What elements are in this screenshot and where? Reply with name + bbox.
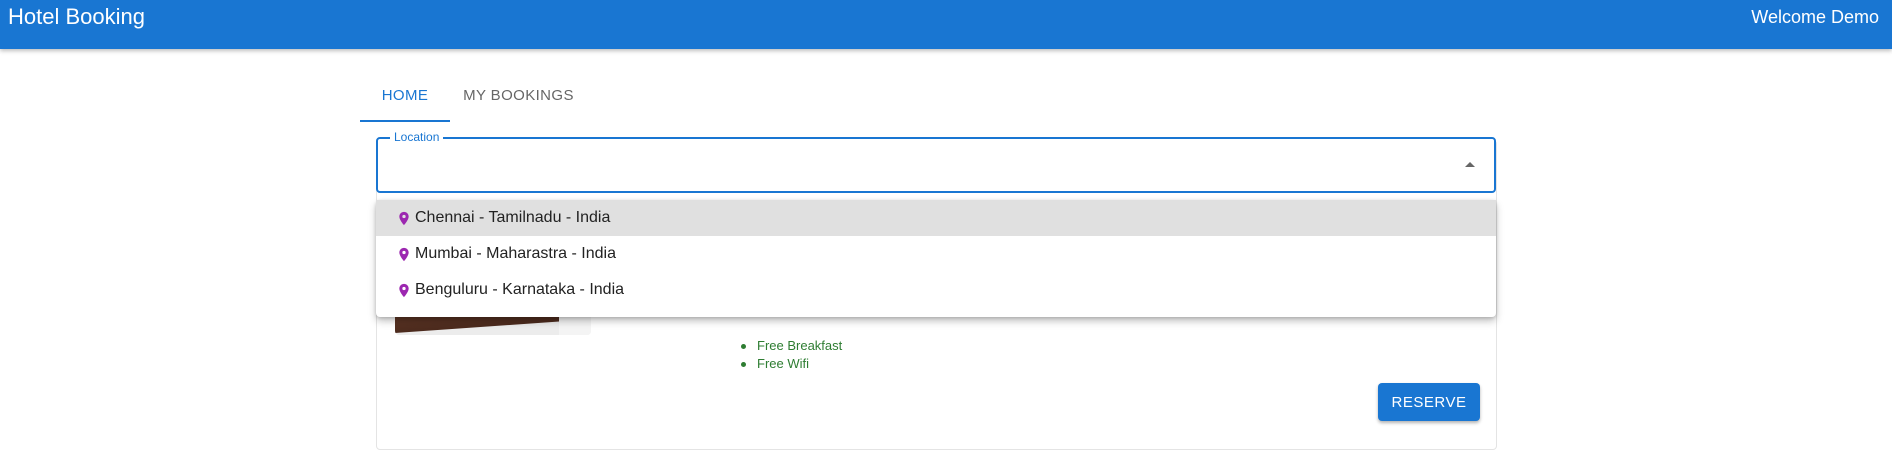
location-pin-icon	[399, 211, 409, 226]
tab-home[interactable]: HOME	[360, 72, 450, 120]
app-title: Hotel Booking	[8, 4, 145, 29]
location-option-chennai[interactable]: Chennai - Tamilnadu - India	[376, 200, 1496, 236]
caret-up-icon[interactable]	[1465, 162, 1475, 167]
location-pin-icon	[399, 283, 409, 298]
location-option-benguluru[interactable]: Benguluru - Karnataka - India	[376, 272, 1496, 308]
tab-indicator	[360, 120, 450, 122]
welcome-user-text: Welcome Demo	[1751, 7, 1879, 27]
location-label: Location	[390, 130, 444, 144]
location-option-label: Benguluru - Karnataka - India	[415, 281, 625, 298]
tab-my-bookings[interactable]: MY BOOKINGS	[450, 72, 587, 120]
amenity-item: Free Breakfast	[739, 337, 842, 355]
amenities-list: Free Breakfast Free Wifi	[739, 337, 842, 373]
reserve-button[interactable]: RESERVE	[1378, 383, 1480, 421]
location-pin-icon	[399, 247, 409, 262]
location-options-list: Chennai - Tamilnadu - India Mumbai - Mah…	[376, 200, 1496, 317]
location-option-label: Mumbai - Maharastra - India	[415, 245, 616, 262]
location-autocomplete[interactable]: Location	[376, 130, 1496, 193]
location-option-label: Chennai - Tamilnadu - India	[415, 209, 611, 226]
location-option-mumbai[interactable]: Mumbai - Maharastra - India	[376, 236, 1496, 272]
location-input[interactable]	[390, 149, 1430, 181]
amenity-item: Free Wifi	[739, 355, 842, 373]
app-bar: Hotel Booking Welcome Demo	[0, 0, 1892, 49]
